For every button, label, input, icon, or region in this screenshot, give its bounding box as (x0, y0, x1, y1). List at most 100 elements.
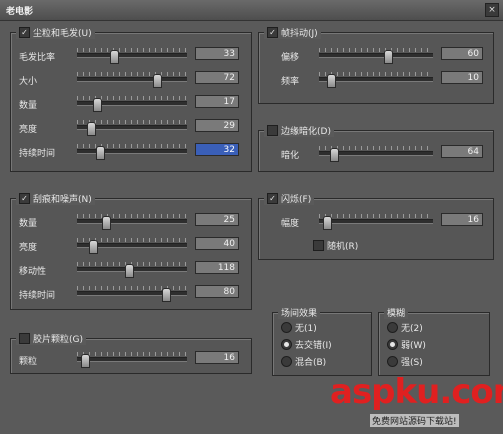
group-dust: ✓ 尘粒和毛发(U) 毛发比率 33 大小 72 数量 17 亮度 29 持续时间 32 (10, 26, 252, 172)
group-flicker: ✓ 闪烁(F) 幅度 16 随机(R) (258, 192, 494, 260)
slider-thumb[interactable] (327, 74, 337, 88)
slider-value-field[interactable]: 17 (195, 95, 239, 108)
slider-track[interactable] (77, 120, 187, 136)
slider-track[interactable] (319, 146, 433, 162)
slider-row: 偏移 60 (259, 47, 493, 64)
flicker-header: 闪烁(F) (281, 195, 312, 205)
slider-thumb[interactable] (153, 74, 163, 88)
slider-value-field[interactable]: 60 (441, 47, 483, 60)
slider-row: 幅度 16 (259, 213, 493, 230)
radio-label: 无(2) (401, 324, 423, 334)
slider-track[interactable] (77, 214, 187, 230)
slider-row: 毛发比率 33 (11, 47, 251, 64)
scratch-header: 刮痕和噪声(N) (33, 195, 92, 205)
slider-value-field[interactable]: 10 (441, 71, 483, 84)
radio-dot-icon[interactable] (387, 339, 398, 350)
slider-track[interactable] (319, 48, 433, 64)
radio-option[interactable]: 混合(B) (281, 355, 326, 368)
slider-label: 持续时间 (19, 291, 56, 301)
random-toggle[interactable]: 随机(R) (313, 239, 358, 252)
slider-track[interactable] (77, 96, 187, 112)
radio-dot-icon[interactable] (387, 356, 398, 367)
slider-value-field[interactable]: 40 (195, 237, 239, 250)
slider-thumb[interactable] (89, 240, 99, 254)
slider-ticks (77, 144, 187, 148)
slider-track[interactable] (319, 214, 433, 230)
slider-track[interactable] (77, 286, 187, 302)
slider-thumb[interactable] (87, 122, 97, 136)
slider-value-field[interactable]: 16 (441, 213, 483, 226)
slider-value-field[interactable]: 16 (195, 351, 239, 364)
slider-value-field[interactable]: 118 (195, 261, 239, 274)
blur-header: 模糊 (384, 306, 409, 319)
scratch-checkbox[interactable]: ✓ (19, 193, 30, 204)
slider-track[interactable] (77, 72, 187, 88)
slider-label: 数量 (19, 219, 38, 229)
edge-toggle[interactable]: 边缘暗化(D) (264, 124, 334, 137)
slider-track[interactable] (77, 262, 187, 278)
jitter-toggle[interactable]: ✓ 帧抖动(J) (264, 26, 321, 39)
slider-ticks (319, 48, 433, 52)
slider-track[interactable] (77, 238, 187, 254)
slider-value-field[interactable]: 33 (195, 47, 239, 60)
slider-label: 亮度 (19, 125, 38, 135)
slider-thumb[interactable] (80, 354, 90, 368)
slider-value-field[interactable]: 32 (195, 143, 239, 156)
radio-label: 去交错(I) (295, 341, 332, 351)
watermark-text: aspku.com (330, 372, 503, 412)
jitter-checkbox[interactable]: ✓ (267, 27, 278, 38)
slider-value-field[interactable]: 80 (195, 285, 239, 298)
slider-label: 毛发比率 (19, 53, 56, 63)
slider-thumb[interactable] (384, 50, 394, 64)
watermark-subtext: 免费网站源码下载站! (370, 414, 459, 427)
slider-thumb[interactable] (110, 50, 120, 64)
radio-option[interactable]: 强(S) (387, 355, 423, 368)
edge-checkbox[interactable] (267, 125, 278, 136)
slider-thumb[interactable] (96, 146, 105, 160)
group-scratch: ✓ 刮痕和噪声(N) 数量 25 亮度 40 移动性 118 持续时间 80 (10, 192, 252, 310)
radio-option[interactable]: 无(2) (387, 321, 423, 334)
edge-header: 边缘暗化(D) (281, 127, 331, 137)
dust-toggle[interactable]: ✓ 尘粒和毛发(U) (16, 26, 95, 39)
dust-checkbox[interactable]: ✓ (19, 27, 30, 38)
slider-track[interactable] (77, 48, 187, 64)
slider-track[interactable] (319, 72, 433, 88)
slider-row: 亮度 29 (11, 119, 251, 136)
radio-dot-icon[interactable] (387, 322, 398, 333)
slider-track[interactable] (77, 352, 187, 368)
slider-value-field[interactable]: 29 (195, 119, 239, 132)
radio-dot-icon[interactable] (281, 339, 292, 350)
slider-value-field[interactable]: 72 (195, 71, 239, 84)
group-edge: 边缘暗化(D) 暗化 64 (258, 124, 494, 172)
grain-checkbox[interactable] (19, 333, 30, 344)
slider-row: 亮度 40 (11, 237, 251, 254)
radio-label: 强(S) (401, 358, 423, 368)
slider-ticks (319, 214, 433, 218)
slider-thumb[interactable] (329, 148, 339, 162)
slider-thumb[interactable] (162, 288, 171, 302)
radio-dot-icon[interactable] (281, 356, 292, 367)
radio-option[interactable]: 去交错(I) (281, 338, 332, 351)
radio-option[interactable]: 弱(W) (387, 338, 426, 351)
slider-thumb[interactable] (101, 216, 111, 230)
slider-track[interactable] (77, 144, 187, 160)
slider-row: 数量 25 (11, 213, 251, 230)
slider-thumb[interactable] (322, 216, 332, 230)
slider-row: 大小 72 (11, 71, 251, 88)
slider-ticks (77, 352, 187, 356)
flicker-toggle[interactable]: ✓ 闪烁(F) (264, 192, 315, 205)
flicker-checkbox[interactable]: ✓ (267, 193, 278, 204)
radio-dot-icon[interactable] (281, 322, 292, 333)
slider-label: 持续时间 (19, 149, 56, 159)
slider-value-field[interactable]: 25 (195, 213, 239, 226)
slider-thumb[interactable] (124, 264, 134, 278)
radio-option[interactable]: 无(1) (281, 321, 317, 334)
random-checkbox[interactable] (313, 240, 324, 251)
slider-value-field[interactable]: 64 (441, 145, 483, 158)
close-icon[interactable]: × (485, 3, 499, 17)
slider-label: 频率 (281, 77, 300, 87)
slider-row: 颗粒 16 (11, 351, 251, 368)
scratch-toggle[interactable]: ✓ 刮痕和噪声(N) (16, 192, 95, 205)
slider-thumb[interactable] (92, 98, 102, 112)
grain-toggle[interactable]: 胶片颗粒(G) (16, 332, 86, 345)
